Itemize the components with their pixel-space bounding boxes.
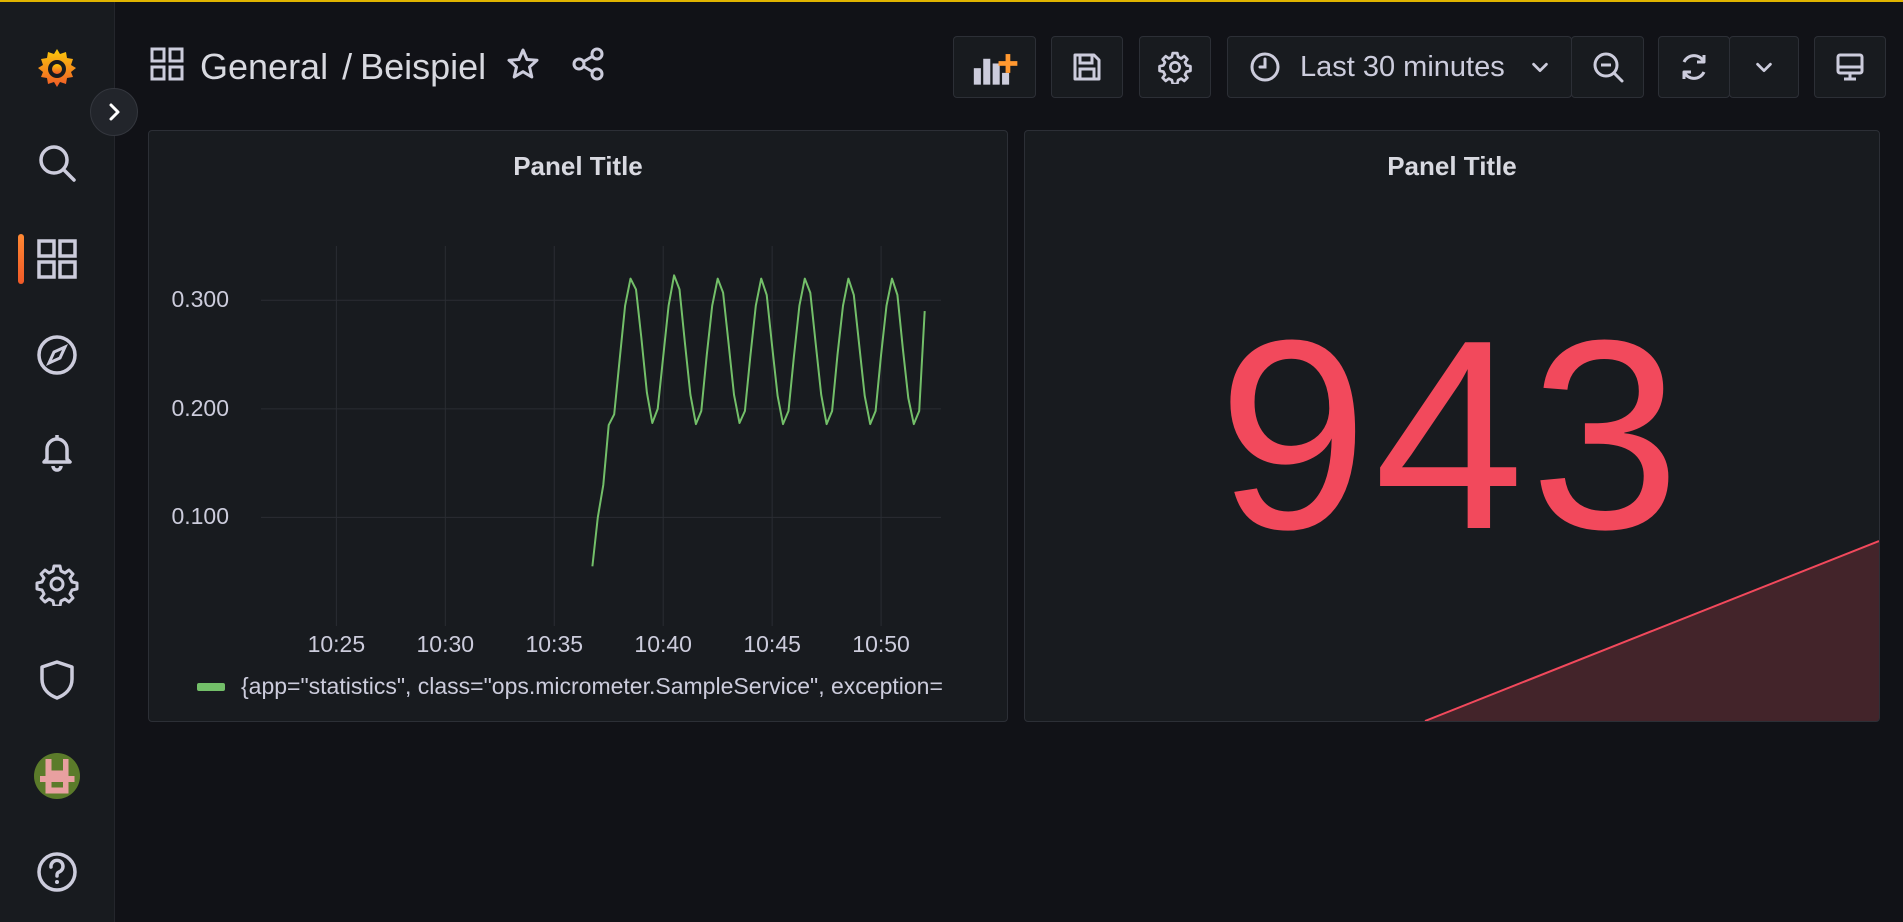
add-panel-button[interactable] xyxy=(953,36,1036,98)
x-tick-label: 10:40 xyxy=(634,631,692,657)
zoom-out-icon xyxy=(1593,52,1623,83)
breadcrumb-folder[interactable]: General xyxy=(200,46,328,87)
view-mode-button[interactable] xyxy=(1814,36,1886,98)
zoom-out-button[interactable] xyxy=(1571,36,1644,98)
x-tick-label: 10:30 xyxy=(416,631,475,657)
user-avatar[interactable] xyxy=(34,753,80,799)
dashboard-header: General / Beispiel Last 30 minutes xyxy=(114,2,1903,128)
breadcrumb-separator: / xyxy=(342,46,353,87)
server-admin-shield-icon[interactable] xyxy=(29,652,85,708)
refresh-interval-dropdown[interactable] xyxy=(1729,36,1799,98)
configuration-gear-icon[interactable] xyxy=(29,556,85,612)
chevron-right-icon xyxy=(109,103,120,121)
add-panel-icon xyxy=(973,54,1017,85)
grafana-logo-icon[interactable] xyxy=(29,40,85,96)
dashboard-grid-icon xyxy=(150,47,184,81)
save-icon xyxy=(1073,53,1101,81)
legend-item[interactable]: {app="statistics", class="ops.micrometer… xyxy=(197,673,943,700)
share-icon[interactable] xyxy=(570,46,606,82)
alerting-bell-icon[interactable] xyxy=(29,423,85,479)
stat-panel[interactable]: Panel Title 943 xyxy=(1024,130,1880,722)
refresh-button[interactable] xyxy=(1658,36,1730,98)
dashboards-icon[interactable] xyxy=(29,231,85,287)
explore-compass-icon[interactable] xyxy=(29,327,85,383)
dashboard-settings-button[interactable] xyxy=(1139,36,1211,98)
y-tick-label: 0.300 xyxy=(171,286,229,313)
timeseries-panel[interactable]: Panel Title 10:25 10:30 10:35 10:40 10:45 10:… xyxy=(148,130,1008,722)
star-icon[interactable] xyxy=(505,46,541,82)
time-picker-button[interactable]: Last 30 minutes xyxy=(1227,36,1572,98)
help-icon[interactable] xyxy=(29,844,85,900)
time-range-label: Last 30 minutes xyxy=(1300,50,1505,83)
legend-color-swatch xyxy=(197,682,225,691)
refresh-icon xyxy=(1682,54,1706,80)
save-dashboard-button[interactable] xyxy=(1051,36,1123,98)
x-tick-label: 10:35 xyxy=(525,631,584,657)
search-icon[interactable] xyxy=(29,135,85,191)
clock-icon xyxy=(1250,52,1280,82)
y-tick-label: 0.200 xyxy=(171,394,229,421)
breadcrumb-dashboard[interactable]: Beispiel xyxy=(360,46,486,87)
x-tick-label: 10:45 xyxy=(743,631,801,657)
legend-label: {app="statistics", class="ops.micrometer… xyxy=(241,673,943,699)
y-tick-label: 0.100 xyxy=(171,503,229,530)
settings-gear-icon xyxy=(1158,51,1192,84)
x-tick-label: 10:50 xyxy=(852,631,910,657)
breadcrumb: General / Beispiel xyxy=(200,46,486,88)
sidebar-expand-button[interactable] xyxy=(90,88,138,136)
active-indicator xyxy=(18,234,24,284)
chevron-down-icon xyxy=(1756,62,1772,73)
chevron-down-icon xyxy=(1531,62,1548,73)
monitor-icon xyxy=(1836,53,1864,81)
stat-value: 943 xyxy=(1217,285,1687,586)
series-line[interactable] xyxy=(591,274,926,567)
sidebar xyxy=(0,2,115,922)
x-tick-label: 10:25 xyxy=(307,631,366,657)
